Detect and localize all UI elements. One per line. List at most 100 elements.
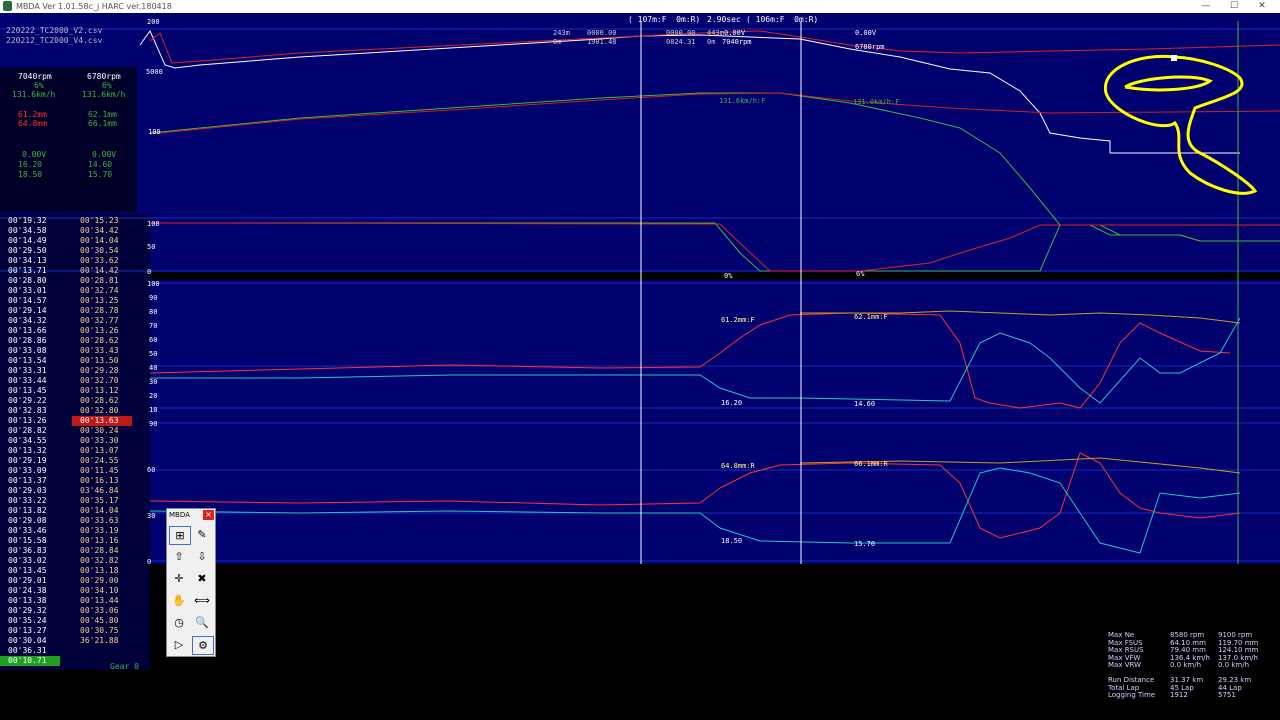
lap-time-item[interactable]: 00'32.74 [72,286,132,296]
lap-time-item[interactable]: 00'13.54 [0,356,60,366]
lap-time-item[interactable]: 00'28.82 [0,426,60,436]
lap-time-item[interactable]: 00'30.75 [72,626,132,636]
lap-list-file-1[interactable]: 00'19.32 00'34.58 00'14.49 00'29.50 00'34.13… [0,216,60,666]
lap-time-item[interactable]: 00'34.42 [72,226,132,236]
lap-time-item[interactable]: 00'33.01 [0,286,60,296]
lap-time-item[interactable]: 00'32.77 [72,316,132,326]
lap-time-item[interactable]: 00'34.58 [0,226,60,236]
lap-time-item[interactable]: 00'33.63 [72,516,132,526]
lap-time-item[interactable]: 00'34.32 [0,316,60,326]
magnifier-icon[interactable]: 🔍 [192,614,212,631]
lap-time-item[interactable]: 00'14.42 [72,266,132,276]
lap-time-item[interactable]: 00'32.80 [72,406,132,416]
lap-time-item[interactable]: 00'13.07 [72,446,132,456]
lap-time-item[interactable]: 00'11.45 [72,466,132,476]
lap-time-item[interactable]: 00'33.09 [0,466,60,476]
lap-time-item[interactable]: 00'45.80 [72,616,132,626]
lap-time-item[interactable]: 00'13.12 [72,386,132,396]
lap-time-item[interactable]: 00'32.83 [0,406,60,416]
lap-time-item[interactable]: 00'33.30 [72,436,132,446]
lap-time-item[interactable]: 00'33.43 [72,346,132,356]
lap-time-item[interactable]: 00'13.16 [72,536,132,546]
lap-time-item[interactable]: 00'13.45 [0,566,60,576]
lap-time-item[interactable]: 00'29.22 [0,396,60,406]
lap-time-item[interactable]: 00'33.22 [0,496,60,506]
lap-time-item[interactable]: 00'28.78 [72,306,132,316]
lap-time-item[interactable]: 00'32.82 [72,556,132,566]
lap-time-item[interactable]: 00'15.58 [0,536,60,546]
lap-time-item[interactable]: 00'13.26 [0,416,60,426]
lap-time-item[interactable]: 00'14.49 [0,236,60,246]
lap-time-item[interactable]: 00'13.37 [0,476,60,486]
lap-time-item[interactable]: 00'29.01 [0,576,60,586]
lap-time-item[interactable]: 00'30.24 [72,426,132,436]
settings-icon[interactable]: ⚙ [192,636,214,655]
lap-time-item[interactable]: 00'30.54 [72,246,132,256]
lap-time-item[interactable]: 00'13.44 [72,596,132,606]
lap-time-item[interactable]: 00'33.62 [72,256,132,266]
lap-time-item[interactable]: 00'13.25 [72,296,132,306]
lap-time-item[interactable]: 00'33.31 [0,366,60,376]
lap-time-item[interactable]: 00'35.17 [72,496,132,506]
lap-time-item[interactable]: 00'36.83 [0,546,60,556]
lap-time-item[interactable]: 00'29.32 [0,606,60,616]
crosshair-icon[interactable]: ✛ [169,570,189,587]
lap-time-item[interactable]: 00'24.55 [72,456,132,466]
delete-icon[interactable]: ✖ [192,570,212,587]
chart-icon[interactable]: ✎ [192,526,212,543]
lap-time-item[interactable]: 00'10.71 [0,656,60,666]
lap-time-item[interactable]: 00'13.18 [72,566,132,576]
lap-list-file-2[interactable]: 00'15.23 00'34.42 00'14.04 00'30.54 00'33.62… [72,216,132,646]
lap-time-item[interactable]: 00'29.00 [72,576,132,586]
lap-time-item[interactable]: 00'13.71 [0,266,60,276]
lap-time-item[interactable]: 00'29.08 [0,516,60,526]
lap-time-item[interactable]: 00'15.23 [72,216,132,226]
close-button[interactable]: ✕ [1248,0,1276,13]
hand-icon[interactable]: ✋ [169,592,189,609]
lap-time-item[interactable]: 03'46.84 [72,486,132,496]
lap-time-item[interactable]: 00'29.50 [0,246,60,256]
lap-time-item[interactable]: 00'33.19 [72,526,132,536]
lap-time-item[interactable]: 36'21.88 [72,636,132,646]
lap-time-item[interactable]: 00'13.66 [0,326,60,336]
lap-time-item[interactable]: 00'34.55 [0,436,60,446]
import-icon[interactable]: ⇩ [192,548,212,565]
lap-time-item[interactable]: 00'16.13 [72,476,132,486]
play-icon[interactable]: ▷ [169,636,189,653]
export-icon[interactable]: ⇧ [169,548,189,565]
lap-time-item[interactable]: 00'14.04 [72,506,132,516]
lap-time-item[interactable]: 00'32.70 [72,376,132,386]
lap-time-item[interactable]: 00'14.04 [72,236,132,246]
lap-time-item[interactable]: 00'30.04 [0,636,60,646]
lap-time-item[interactable]: 00'29.03 [0,486,60,496]
clock-icon[interactable]: ◷ [169,614,189,631]
lap-time-item[interactable]: 00'28.86 [0,336,60,346]
lap-time-item[interactable]: 00'24.38 [0,586,60,596]
lap-time-item[interactable]: 00'13.45 [0,386,60,396]
lap-time-item[interactable]: 00'33.08 [0,346,60,356]
minimize-button[interactable]: — [1192,0,1220,13]
zoom-horizontal-icon[interactable]: ⟺ [192,592,212,609]
lap-time-item[interactable]: 00'28.62 [72,396,132,406]
maximize-button[interactable]: ☐ [1220,0,1248,13]
lap-time-item[interactable]: 00'34.10 [72,586,132,596]
telemetry-graph[interactable] [0,13,1280,564]
lap-time-item[interactable]: 00'14.57 [0,296,60,306]
lap-time-item[interactable]: 00'34.13 [0,256,60,266]
lap-time-item[interactable]: 00'35.24 [0,616,60,626]
lap-time-item[interactable]: 00'33.06 [72,606,132,616]
lap-time-item[interactable]: 00'33.46 [0,526,60,536]
lap-time-item[interactable]: 00'29.28 [72,366,132,376]
lap-time-item[interactable]: 00'28.80 [0,276,60,286]
lap-time-item[interactable]: 00'28.62 [72,336,132,346]
lap-time-item[interactable]: 00'33.02 [0,556,60,566]
lap-time-item[interactable]: 00'13.50 [72,356,132,366]
lap-time-item[interactable]: 00'33.44 [0,376,60,386]
lap-time-item[interactable]: 00'28.81 [72,276,132,286]
toolbar-close-button[interactable]: × [203,510,214,520]
measure-icon[interactable]: ⊞ [169,526,191,545]
lap-time-item[interactable]: 00'13.82 [0,506,60,516]
lap-time-item[interactable]: 00'13.27 [0,626,60,636]
lap-time-item[interactable]: 00'13.63 [72,416,132,426]
lap-time-item[interactable]: 00'19.32 [0,216,60,226]
